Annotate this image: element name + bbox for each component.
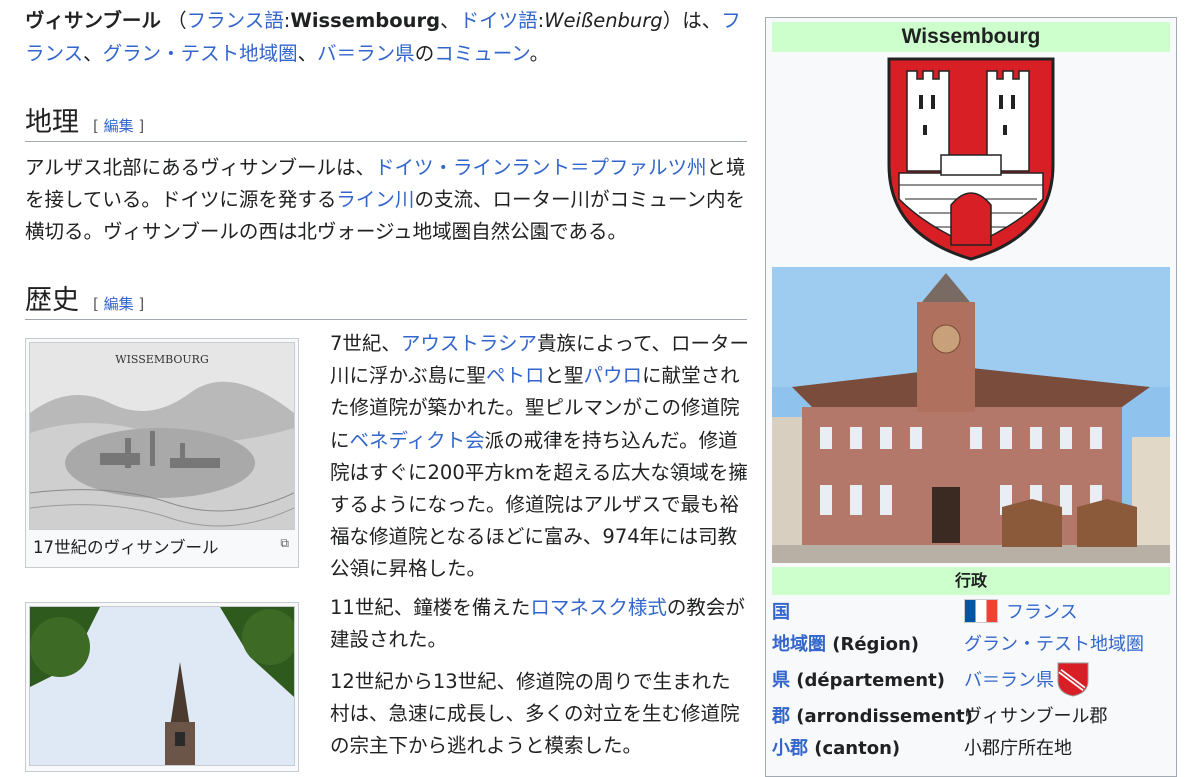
- link-french[interactable]: フランス語: [187, 9, 284, 32]
- infobox-title: Wissembourg: [772, 22, 1170, 52]
- text: (Région): [826, 634, 920, 655]
- enlarge-icon[interactable]: ⧉: [280, 536, 289, 551]
- infobox-row-department: 県 (département) バ＝ラン県: [772, 659, 1170, 699]
- town-hall-photo[interactable]: [772, 267, 1170, 563]
- caption-text: 17世紀のヴィサンブール: [33, 538, 219, 557]
- church-image[interactable]: [29, 606, 295, 766]
- thumbnail-church: [25, 602, 299, 772]
- text: 11世紀、鐘楼を備えた: [330, 596, 531, 619]
- engraving-title: WISSEMBOURG: [115, 353, 208, 366]
- link-german[interactable]: ドイツ語: [460, 9, 538, 32]
- label-link-country[interactable]: 国: [772, 602, 790, 623]
- history-paragraph-3: 12世紀から13世紀、修道院の周りで生まれた村は、急速に成長し、多くの対立を生む…: [330, 666, 750, 763]
- engraving-drawing: WISSEMBOURG: [29, 343, 295, 529]
- label-link-department[interactable]: 県: [772, 670, 790, 691]
- value-link-france[interactable]: フランス: [1006, 598, 1078, 624]
- thumbnail-caption: 17世紀のヴィサンブール ⧉: [29, 530, 295, 564]
- text: 、: [440, 9, 460, 32]
- text: 。: [529, 42, 550, 65]
- bas-rhin-coat-icon: [1057, 662, 1089, 697]
- value-link-bas-rhin[interactable]: バ＝ラン県: [964, 666, 1054, 692]
- row-value: バ＝ラン県: [964, 661, 1170, 697]
- infobox-row-region: 地域圏 (Région) グラン・テスト地域圏: [772, 627, 1170, 659]
- row-label: 県 (département): [772, 666, 964, 692]
- link-bas-rhin[interactable]: バ＝ラン県: [317, 42, 415, 65]
- label-link-canton[interactable]: 小郡: [772, 738, 808, 759]
- text: ]: [133, 117, 145, 135]
- article-title-term: ヴィサンブール: [25, 9, 161, 32]
- history-paragraph-2: 11世紀、鐘楼を備えたロマネスク様式の教会が建設された。: [330, 592, 750, 656]
- edit-link-geography[interactable]: 編集: [104, 117, 134, 135]
- link-commune[interactable]: コミューン: [434, 42, 529, 65]
- infobox-section-administration: 行政: [772, 567, 1170, 595]
- france-flag-icon: [964, 599, 998, 623]
- infobox: Wissembourg 行政 国 フランス 地域圏 (Région) グラン・テ…: [765, 17, 1177, 777]
- row-label: 国: [772, 598, 964, 624]
- row-value: フランス: [964, 598, 1170, 624]
- edit-link-history[interactable]: 編集: [104, 295, 134, 313]
- link-romanesque[interactable]: ロマネスク様式: [530, 596, 667, 619]
- row-label: 小郡 (canton): [772, 734, 964, 760]
- text: と聖: [544, 364, 584, 388]
- heading-geography: 地理 [ 編集 ]: [25, 100, 747, 142]
- heading-text: 歴史: [25, 285, 79, 316]
- text: 、: [297, 42, 318, 65]
- article-body: ヴィサンブール （フランス語:Wissembourg、ドイツ語:Weißenbu…: [25, 0, 749, 772]
- french-name: Wissembourg: [290, 9, 441, 32]
- link-grand-est[interactable]: グラン・テスト地域圏: [103, 42, 298, 65]
- coat-of-arms-icon: [887, 57, 1055, 261]
- coat-of-arms[interactable]: [772, 52, 1170, 264]
- link-austrasia[interactable]: アウストラシア: [401, 332, 537, 355]
- edit-section: [ 編集 ]: [93, 295, 144, 313]
- text: アルザス北部にあるヴィサンブールは、: [25, 156, 376, 179]
- town-hall-image: [772, 267, 1170, 563]
- text: ]: [133, 295, 145, 313]
- link-rheinland-pfalz[interactable]: ドイツ・ラインラント＝プファルツ州: [375, 156, 707, 179]
- label-link-arrondissement[interactable]: 郡: [772, 706, 790, 727]
- history-paragraph-1: 7世紀、アウストラシア貴族によって、ローター川に浮かぶ島に聖ペトロと聖パウロに献…: [330, 328, 750, 586]
- row-value: ヴィサンブール郡: [964, 706, 1108, 727]
- row-value: 小郡庁所在地: [964, 738, 1072, 759]
- text: 12世紀から13世紀、修道院の周りで生まれた村は、急速に成長し、多くの対立を生む…: [330, 670, 740, 758]
- text: [: [93, 295, 104, 313]
- value-link-grand-est[interactable]: グラン・テスト地域圏: [964, 630, 1144, 656]
- engraving-image[interactable]: WISSEMBOURG: [29, 342, 295, 530]
- link-rhine[interactable]: ライン川: [336, 188, 414, 211]
- edit-section: [ 編集 ]: [93, 117, 144, 135]
- link-paul[interactable]: パウロ: [584, 364, 643, 387]
- link-benedictine[interactable]: ベネディクト会: [350, 429, 485, 452]
- text: の: [414, 42, 435, 65]
- heading-history: 歴史 [ 編集 ]: [25, 278, 747, 320]
- text: 7世紀、: [330, 332, 401, 355]
- text: [: [93, 117, 104, 135]
- heading-text: 地理: [25, 107, 79, 138]
- text: (arrondissement): [790, 706, 973, 727]
- church-photo: [30, 607, 294, 765]
- text: (département): [790, 670, 945, 691]
- text: 、: [83, 42, 103, 65]
- infobox-row-canton: 小郡 (canton) 小郡庁所在地: [772, 731, 1170, 763]
- text: （: [167, 9, 187, 32]
- lead-paragraph: ヴィサンブール （フランス語:Wissembourg、ドイツ語:Weißenbu…: [25, 4, 747, 70]
- german-name: Weißenburg: [544, 9, 663, 32]
- infobox-row-arrondissement: 郡 (arrondissement) ヴィサンブール郡: [772, 699, 1170, 731]
- infobox-row-country: 国 フランス: [772, 595, 1170, 627]
- text: ）は、: [662, 9, 722, 32]
- row-label: 地域圏 (Région): [772, 630, 964, 656]
- row-label: 郡 (arrondissement): [772, 702, 973, 728]
- link-peter[interactable]: ペトロ: [486, 364, 545, 387]
- label-link-region[interactable]: 地域圏: [772, 634, 826, 655]
- text: (canton): [808, 738, 901, 759]
- geography-paragraph: アルザス北部にあるヴィサンブールは、ドイツ・ラインラント＝プファルツ州と境を接し…: [25, 152, 747, 248]
- row-value: グラン・テスト地域圏: [964, 630, 1170, 656]
- thumbnail-engraving: WISSEMBOURG 17世紀のヴィサンブール ⧉: [25, 338, 299, 568]
